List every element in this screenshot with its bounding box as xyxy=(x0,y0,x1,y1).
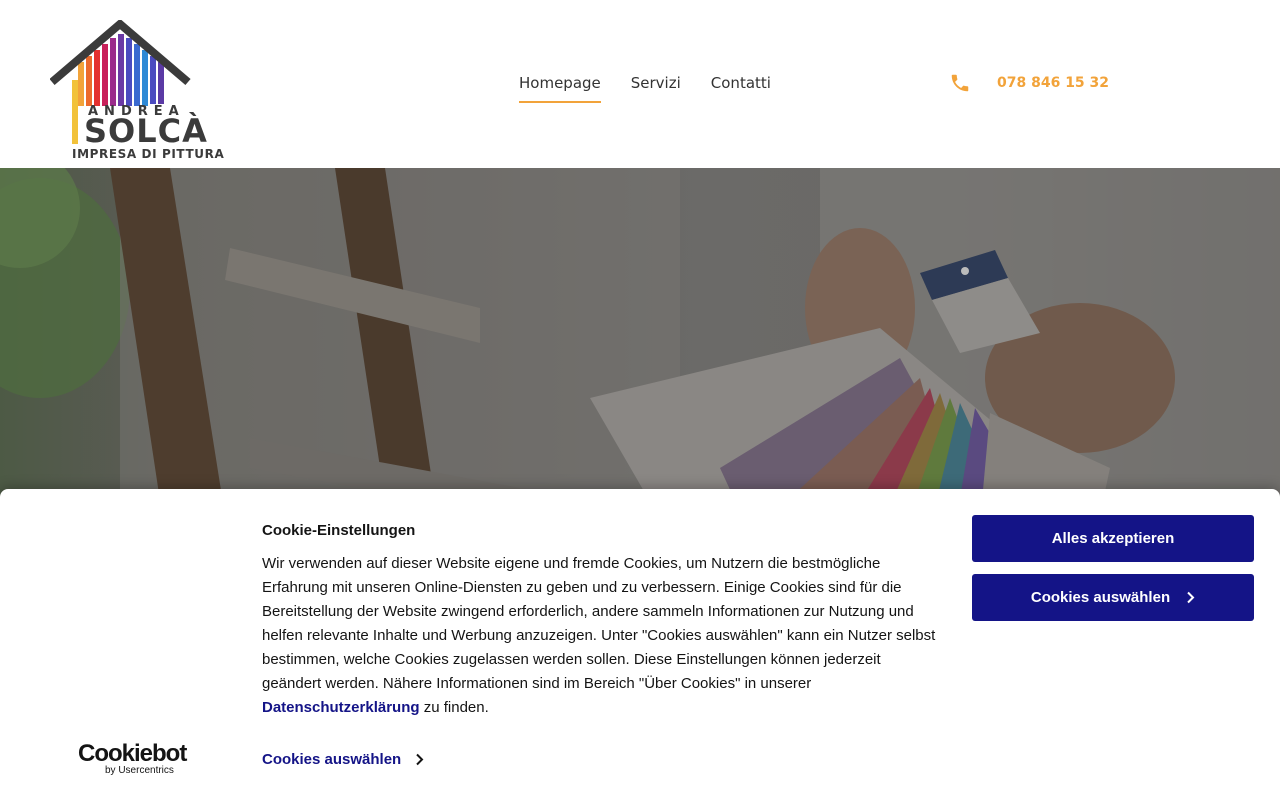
cookie-consent-banner: Cookiebot by Usercentrics Cookie-Einstel… xyxy=(0,489,1280,800)
nav-item-servizi[interactable]: Servizi xyxy=(631,74,681,103)
select-cookies-button[interactable]: Cookies auswählen xyxy=(972,574,1254,621)
main-nav: Homepage Servizi Contatti xyxy=(519,74,771,103)
cookie-text-before-link: Wir verwenden auf dieser Website eigene … xyxy=(262,555,936,692)
phone-number: 078 846 15 32 xyxy=(997,75,1110,91)
cookie-title: Cookie-Einstellungen xyxy=(262,522,416,539)
site-header: ANDREA SOLCÀ IMPRESA DI PITTURA Homepage… xyxy=(0,0,1280,168)
select-cookies-label: Cookies auswählen xyxy=(1030,589,1171,606)
nav-item-homepage[interactable]: Homepage xyxy=(519,74,601,103)
cookiebot-logo: Cookiebot by Usercentrics xyxy=(78,742,188,782)
phone-icon xyxy=(951,74,969,92)
cookiebot-brand-by: by Usercentrics xyxy=(105,765,174,776)
company-logo[interactable]: ANDREA SOLCÀ IMPRESA DI PITTURA xyxy=(50,20,225,162)
logo-subtitle-text: IMPRESA DI PITTURA xyxy=(72,147,225,161)
privacy-policy-link[interactable]: Datenschutzerklärung xyxy=(262,699,420,716)
cookies-select-link[interactable]: Cookies auswählen xyxy=(262,751,424,768)
cookie-description: Wir verwenden auf dieser Website eigene … xyxy=(262,552,942,720)
accept-all-button[interactable]: Alles akzeptieren xyxy=(972,515,1254,562)
chevron-right-icon xyxy=(416,753,424,766)
cookie-text-after-link: zu finden. xyxy=(419,699,489,716)
logo-name-text: SOLCÀ xyxy=(84,112,208,150)
chevron-right-icon xyxy=(1187,591,1195,604)
accept-all-label: Alles akzeptieren xyxy=(1051,530,1175,547)
phone-link[interactable]: 078 846 15 32 xyxy=(949,72,1109,94)
nav-item-contatti[interactable]: Contatti xyxy=(711,74,771,103)
cookiebot-brand-word: Cookiebot xyxy=(78,740,187,767)
cookies-select-link-label: Cookies auswählen xyxy=(262,751,402,768)
